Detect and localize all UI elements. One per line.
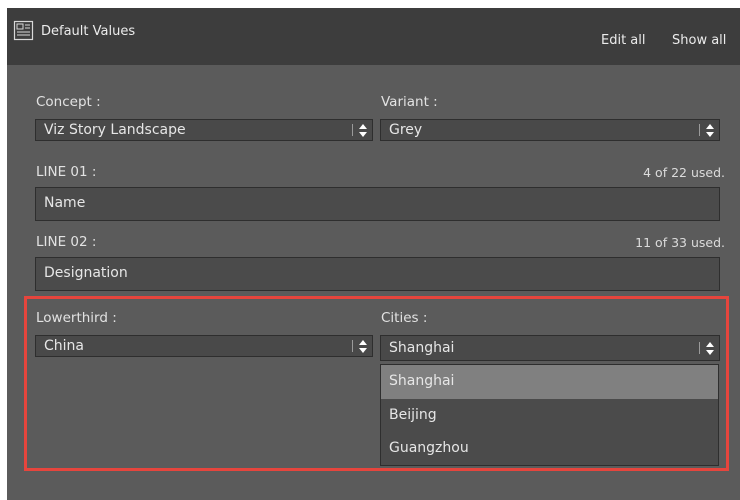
variant-select-value: Grey xyxy=(389,122,423,138)
panel-title: Default Values xyxy=(41,24,136,39)
line01-input-value: Name xyxy=(44,195,86,211)
line02-input-value: Designation xyxy=(44,265,128,281)
concept-label: Concept : xyxy=(36,94,101,110)
edit-all-link[interactable]: Edit all xyxy=(601,33,646,48)
up-down-arrows-icon xyxy=(706,124,714,137)
line01-label: LINE 01 : xyxy=(36,164,97,180)
concept-select-value: Viz Story Landscape xyxy=(44,122,186,138)
line02-input[interactable]: Designation xyxy=(35,257,720,291)
up-down-arrows-icon xyxy=(359,124,367,137)
line01-usage-counter: 4 of 22 used. xyxy=(643,165,725,180)
variant-select[interactable]: Grey xyxy=(380,119,720,141)
highlight-annotation-box xyxy=(24,296,729,471)
show-all-link[interactable]: Show all xyxy=(672,33,726,48)
select-separator xyxy=(699,124,700,136)
variant-label: Variant : xyxy=(381,94,438,110)
line02-label: LINE 02 : xyxy=(36,234,97,250)
panel-header: Default Values Edit all Show all xyxy=(7,8,740,65)
template-list-icon xyxy=(13,20,34,41)
line02-usage-counter: 11 of 33 used. xyxy=(635,235,725,250)
select-separator xyxy=(352,124,353,136)
concept-select[interactable]: Viz Story Landscape xyxy=(35,119,373,141)
line01-input[interactable]: Name xyxy=(35,187,720,221)
